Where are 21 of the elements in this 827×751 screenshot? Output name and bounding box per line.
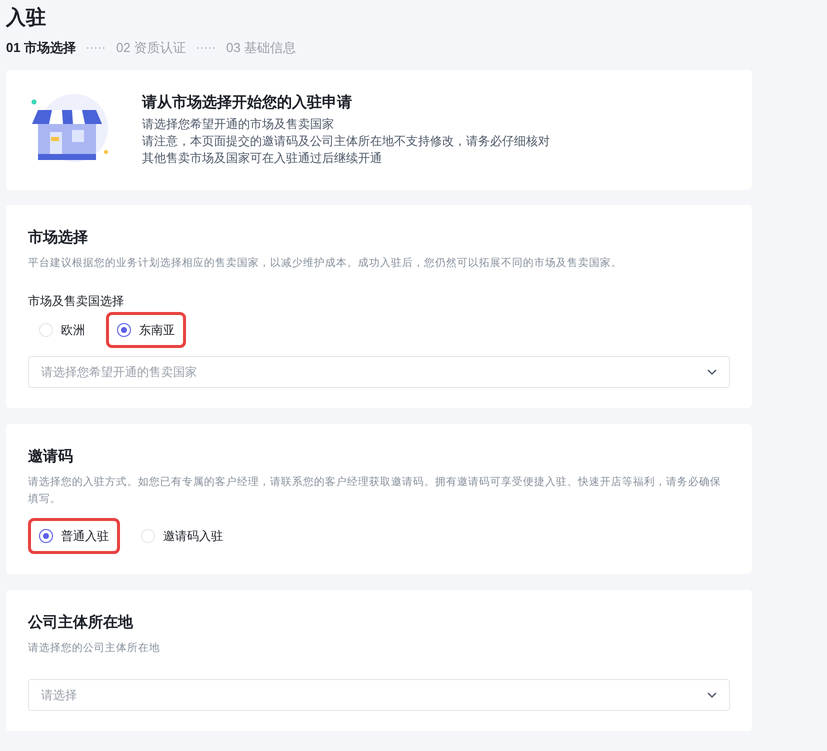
intro-text: 请选择您希望开通的市场及售卖国家 (142, 116, 335, 133)
section-title: 邀请码 (28, 446, 74, 466)
section-description: 请选择您的公司主体所在地 (28, 640, 161, 656)
section-title: 公司主体所在地 (28, 612, 134, 632)
field-label: 市场及售卖国选择 (28, 292, 125, 310)
chevron-down-icon (707, 692, 717, 698)
step-tab[interactable]: 01 市场选择 (6, 38, 76, 58)
intro-text: 请注意，本页面提交的邀请码及公司主体所在地不支持修改，请务必仔细核对 (142, 133, 550, 150)
page-title: 入驻 (6, 6, 47, 31)
section-description: 请选择您的入驻方式。如您已有专属的客户经理，请联系您的客户经理获取邀请码。拥有邀请码可享受便捷入驻、快速开店等福利，请务必确保填写。 (28, 474, 722, 506)
section-description: 平台建议根据您的业务计划选择相应的售卖国家，以减少维护成本。成功入驻后，您仍然可以拓展不同的市场及售卖国家。 (28, 256, 623, 270)
dotted-connector (196, 46, 216, 49)
dotted-connector (86, 46, 106, 49)
intro-text: 其他售卖市场及国家可在入驻通过后继续开通 (142, 150, 383, 167)
radio-option[interactable]: 邀请码入驻 (130, 518, 234, 554)
radio-option[interactable]: 普通入驻 (28, 518, 120, 554)
intro-title: 请从市场选择开始您的入驻申请 (142, 93, 353, 113)
chevron-down-icon (707, 368, 717, 374)
radio-option[interactable]: 欧洲 (28, 312, 96, 348)
section-title: 市场选择 (28, 228, 89, 248)
radio-option[interactable]: 东南亚 (106, 312, 186, 348)
